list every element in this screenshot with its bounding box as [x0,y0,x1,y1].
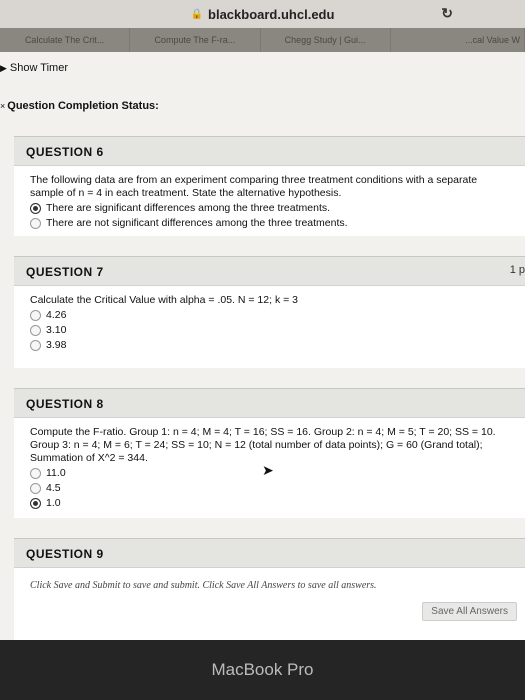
collapse-icon: × [0,101,6,111]
question-6-title: QUESTION 6 [14,136,525,166]
radio-selected-icon[interactable] [30,498,41,509]
address-bar[interactable]: 🔒 blackboard.uhcl.edu ↻ [0,0,525,28]
lock-icon: 🔒 [190,8,204,20]
mouse-cursor-icon: ➤ [262,462,274,478]
q6-option-1[interactable]: There are significant differences among … [30,202,513,215]
points-label: 1 p [509,264,525,276]
q6-option-2[interactable]: There are not significant differences am… [30,217,513,230]
q8-option-2[interactable]: 4.5 [30,482,513,495]
radio-icon[interactable] [30,340,41,351]
question-9: QUESTION 9 Click Save and Submit to save… [14,538,525,640]
tab-calculate-critical[interactable]: Calculate The Crit... [0,28,131,52]
radio-selected-icon[interactable] [30,203,41,214]
reload-icon[interactable]: ↻ [441,5,453,22]
device-label: MacBook Pro [211,660,314,679]
save-instructions: Click Save and Submit to save and submit… [30,580,377,591]
question-8-text: Compute the F-ratio. Group 1: n = 4; M =… [30,426,496,464]
radio-icon[interactable] [30,218,41,229]
question-8: QUESTION 8 Compute the F-ratio. Group 1:… [14,388,525,518]
q7-option-2[interactable]: 3.10 [30,324,513,337]
q7-option-3[interactable]: 3.98 [30,339,513,352]
tab-compute-f-ratio[interactable]: Compute The F-ra... [130,28,261,52]
quiz-page: ▶ Show Timer × Question Completion Status:… [0,52,525,640]
radio-icon[interactable] [30,468,41,479]
q8-option-3[interactable]: 1.0 [30,497,513,510]
radio-icon[interactable] [30,310,41,321]
radio-icon[interactable] [30,325,41,336]
question-6-text: The following data are from an experimen… [30,174,478,199]
laptop-bezel: MacBook Pro [0,640,525,700]
url-text: blackboard.uhcl.edu [208,6,335,22]
tab-bar: Calculate The Crit... Compute The F-ra..… [0,28,525,52]
question-8-title: QUESTION 8 [14,388,525,418]
radio-icon[interactable] [30,483,41,494]
tab-chegg-study[interactable]: Chegg Study | Gui... [261,28,391,52]
question-7-text: Calculate the Critical Value with alpha … [30,294,298,306]
completion-status[interactable]: × Question Completion Status: [0,100,159,112]
question-6: QUESTION 6 The following data are from a… [14,136,525,236]
question-7: QUESTION 7 1 p Calculate the Critical Va… [14,256,525,368]
question-9-title: QUESTION 9 [14,538,525,568]
tab-critical-value[interactable]: ...cal Value W [391,28,525,52]
question-7-title: QUESTION 7 [14,256,525,286]
triangle-right-icon: ▶ [0,63,7,73]
show-timer-link[interactable]: ▶ Show Timer [0,62,68,74]
save-all-answers-button[interactable]: Save All Answers [422,602,517,621]
q7-option-1[interactable]: 4.26 [30,309,513,322]
